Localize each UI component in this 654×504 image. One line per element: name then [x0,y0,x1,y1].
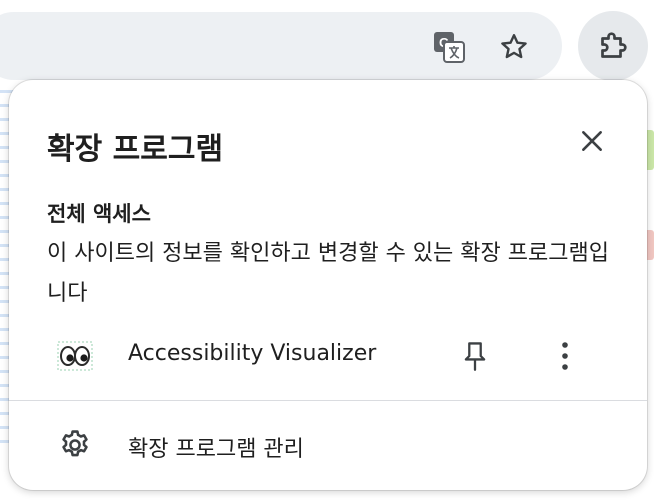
more-vert-icon[interactable] [545,336,585,376]
extension-name: Accessibility Visualizer [128,341,377,366]
puzzle-icon [601,32,627,58]
section-description: 이 사이트의 정보를 확인하고 변경할 수 있는 확장 프로그램입니다 [47,241,609,306]
manage-extensions-label: 확장 프로그램 관리 [128,437,304,462]
extension-row[interactable]: Accessibility Visualizer [9,330,647,382]
extensions-button[interactable] [578,11,648,81]
browser-window: G 확장 프로그램 전체 액세스 이 사이트의 정보를 [0,0,654,504]
address-bar[interactable] [0,12,562,80]
gear-icon [57,427,93,463]
browser-toolbar: G [0,0,654,81]
eyes-icon [57,338,93,374]
manage-extensions-row[interactable]: 확장 프로그램 관리 [9,417,647,473]
star-icon[interactable] [494,27,534,67]
close-icon[interactable] [575,124,609,158]
divider [9,400,647,401]
popup-title: 확장 프로그램 [47,132,224,167]
section-heading: 전체 액세스 [47,202,151,226]
translate-icon[interactable]: G [430,28,468,66]
extensions-popup: 확장 프로그램 전체 액세스 이 사이트의 정보를 확인하고 변경할 수 있는 … [9,80,647,490]
pin-icon[interactable] [455,336,495,376]
